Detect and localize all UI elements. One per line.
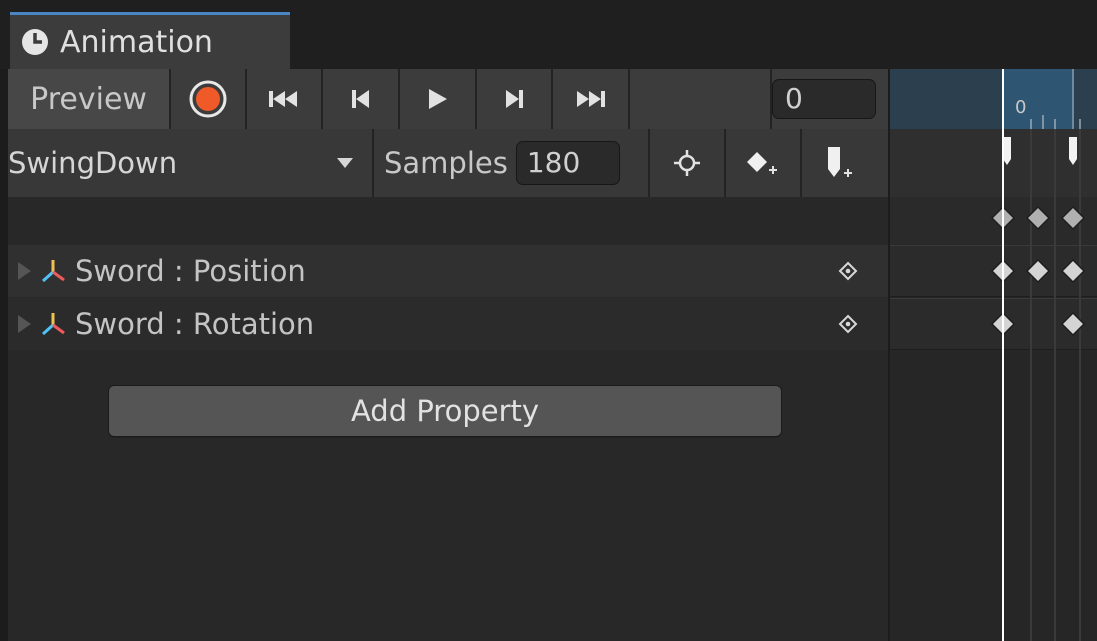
add-event-icon [828,147,852,177]
filter-by-selection-icon [674,150,700,176]
event-marker[interactable] [1069,137,1077,165]
expand-arrow-icon[interactable] [18,315,31,333]
expand-arrow-icon[interactable] [18,262,31,280]
frame-field-container: 0 [771,69,888,129]
record-icon [189,80,227,118]
property-row[interactable]: Sword : Rotation [8,298,888,350]
first-keyframe-button[interactable] [246,69,324,129]
window-tab-bar: Animation [0,0,1097,69]
first-key-icon [269,91,298,107]
current-frame-input[interactable]: 0 [771,79,876,119]
add-event-button[interactable] [802,129,878,197]
last-keyframe-button[interactable] [553,69,630,129]
dopesheet-overlay: 0 [990,69,1086,641]
keyframe-toggle-icon[interactable] [838,261,858,281]
animation-left-panel: Preview 0 SwingDown Samples 180 Sword: … [8,69,888,641]
play-icon [429,89,448,109]
filter-by-selection-button[interactable] [650,129,726,197]
clip-dropdown[interactable]: SwingDown [8,129,374,197]
samples-group: Samples 180 [374,129,650,197]
next-keyframe-button[interactable] [476,69,554,129]
clip-name: SwingDown [8,146,178,180]
dropdown-arrow-icon [337,158,353,168]
transform-axis-icon [41,313,65,336]
property-label: Sword : Rotation [75,307,315,341]
ruler-frame-label: 0 [1015,97,1026,118]
last-key-icon [577,91,606,107]
samples-input[interactable]: 180 [515,141,620,185]
tab-title: Animation [60,24,213,60]
dopesheet-panel[interactable]: 0 [890,69,1097,641]
preview-button[interactable]: Preview [8,69,172,129]
previous-keyframe-button[interactable] [323,69,400,129]
transform-axis-icon [41,260,65,283]
add-keyframe-button[interactable] [726,129,802,197]
toolbar-spacer [629,69,772,129]
add-property-button[interactable]: Add Property [108,385,782,437]
property-row[interactable]: Sword : Position [8,245,888,297]
clip-toolbar: SwingDown Samples 180 [8,129,888,197]
record-button[interactable] [171,69,247,129]
clock-icon [22,29,48,55]
add-keyframe-icon [747,152,777,174]
keyframe-toggle-icon[interactable] [838,314,858,334]
play-button[interactable] [399,69,477,129]
property-label: Sword : Position [75,254,306,288]
next-key-icon [505,90,523,108]
previous-key-icon [351,90,369,108]
event-marker[interactable] [1003,137,1011,165]
playback-toolbar: Preview 0 [8,69,888,129]
samples-label: Samples [384,146,508,180]
animation-tab[interactable]: Animation [10,12,290,69]
